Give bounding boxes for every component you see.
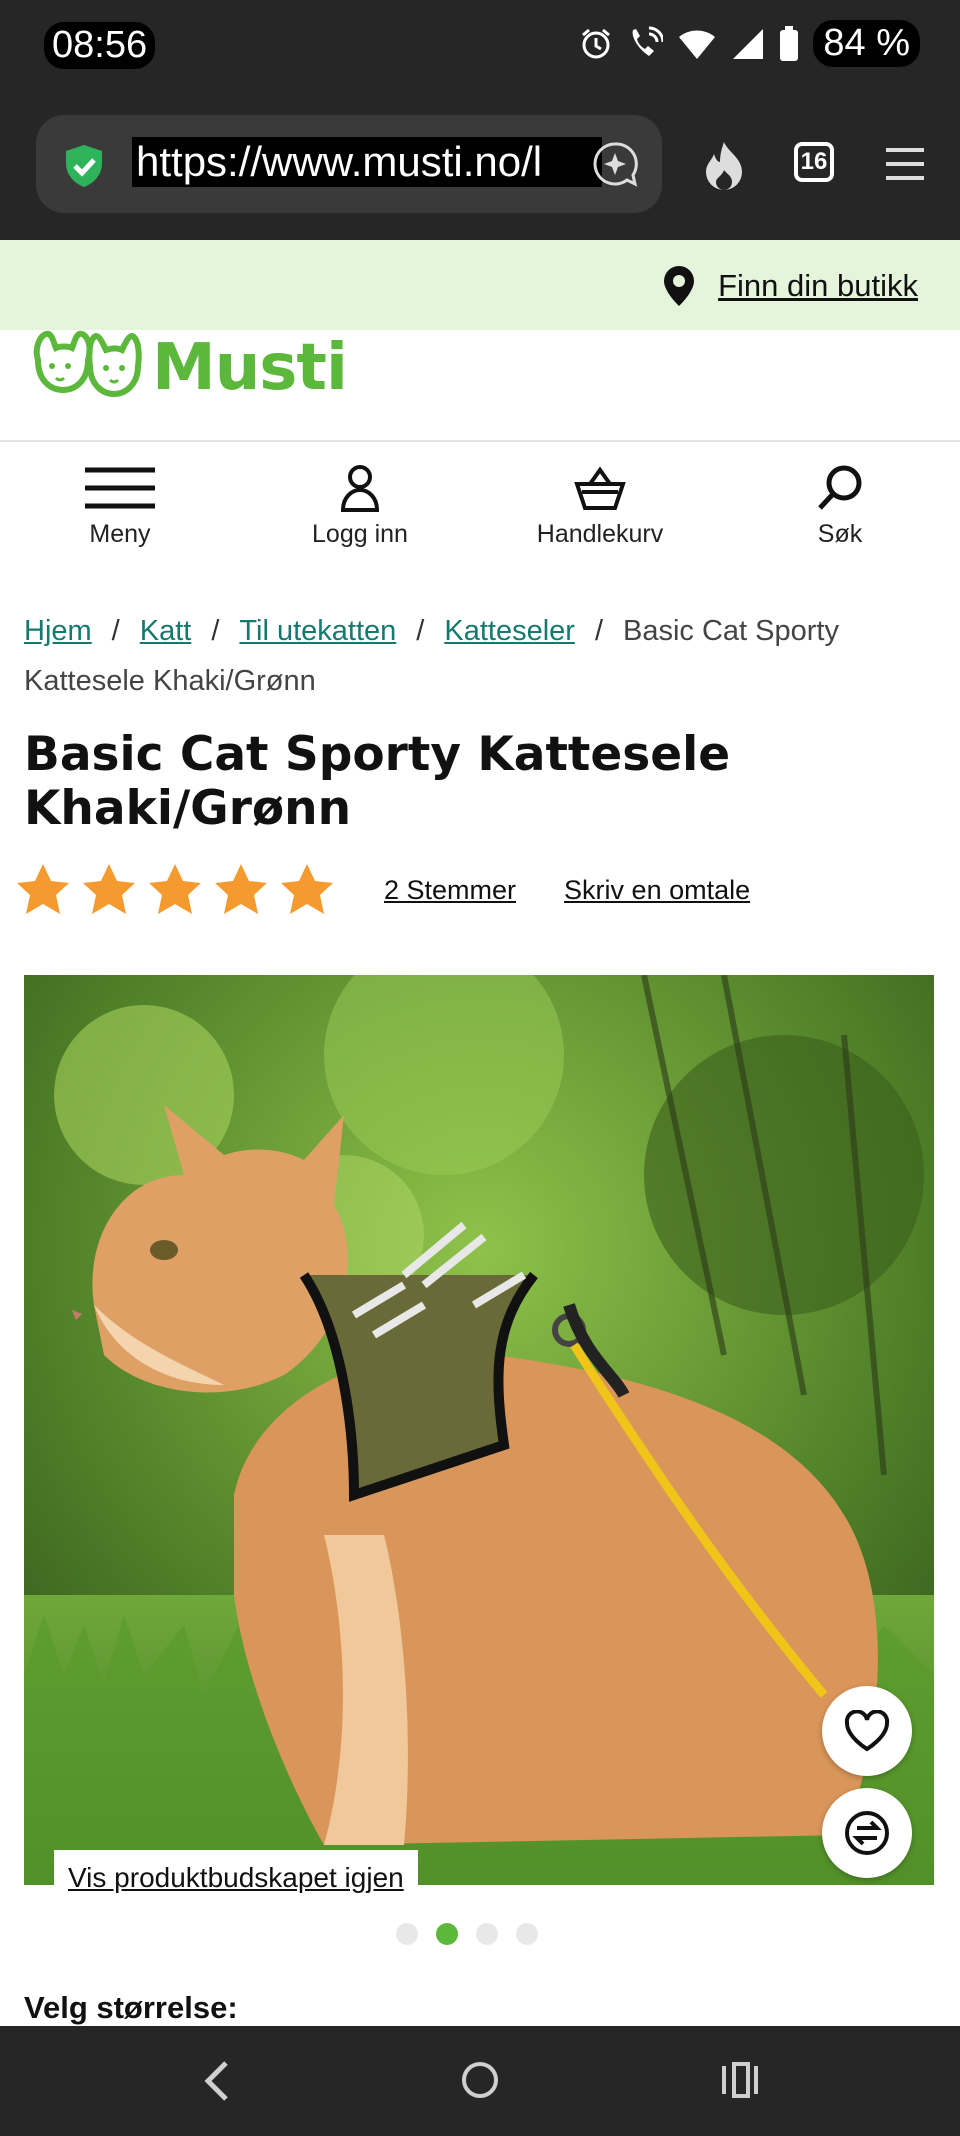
votes-link[interactable]: 2 Stemmer — [384, 875, 516, 906]
rating-row: 2 Stemmer Skriv en omtale — [14, 862, 750, 918]
nav-cart-button[interactable]: Handlekurv — [480, 444, 720, 574]
dog-cat-logo-icon — [33, 330, 142, 398]
signal-icon — [733, 28, 764, 59]
star-rating[interactable] — [14, 862, 336, 918]
product-image[interactable] — [24, 975, 934, 1885]
battery-icon — [780, 25, 799, 61]
nav-login-label: Logg inn — [312, 520, 408, 548]
browser-menu-icon[interactable] — [884, 146, 926, 182]
system-nav-bar — [0, 2026, 960, 2136]
status-bar: 08:56 84 % — [0, 0, 960, 100]
compare-arrows-icon — [845, 1811, 889, 1855]
status-icons: 84 % — [579, 20, 920, 67]
breadcrumb-cat[interactable]: Katt — [140, 615, 192, 647]
status-time: 08:56 — [44, 22, 156, 69]
write-review-link[interactable]: Skriv en omtale — [564, 875, 750, 906]
logo-text: Musti — [152, 331, 348, 405]
cat-harness-photo — [24, 975, 934, 1885]
battery-percent: 84 % — [813, 20, 920, 67]
carousel-dot[interactable] — [436, 1923, 458, 1945]
nav-search-button[interactable]: Søk — [720, 444, 960, 574]
carousel-dots[interactable] — [396, 1923, 538, 1945]
home-icon[interactable] — [460, 2060, 500, 2100]
site-header: Musti — [0, 330, 960, 442]
browser-toolbar: https://www.musti.no/l 16 — [0, 100, 960, 240]
wifi-icon — [679, 29, 716, 59]
find-store-label: Finn din butikk — [718, 268, 918, 303]
star-icon — [149, 864, 201, 914]
store-locator-bar: Finn din butikk — [0, 240, 960, 330]
tabs-count-button[interactable]: 16 — [794, 142, 834, 182]
recents-icon[interactable] — [720, 2060, 760, 2100]
assistant-icon[interactable] — [592, 141, 638, 187]
address-bar[interactable]: https://www.musti.no/l — [36, 115, 662, 213]
star-icon — [83, 864, 135, 914]
nav-search-label: Søk — [817, 520, 863, 548]
breadcrumb-separator: / — [416, 615, 425, 647]
musti-logo[interactable]: Musti — [32, 330, 348, 406]
nav-menu-label: Meny — [89, 520, 151, 548]
nav-login-button[interactable]: Logg inn — [240, 444, 480, 574]
show-product-message-link[interactable]: Vis produktbudskapet igjen — [54, 1850, 418, 1906]
breadcrumb-separator: / — [111, 615, 120, 647]
shield-check-icon — [66, 145, 102, 187]
carousel-dot[interactable] — [396, 1923, 418, 1945]
breadcrumb-outdoor[interactable]: Til utekatten — [239, 615, 396, 647]
main-nav: Meny Logg inn Handlekurv Søk — [0, 444, 960, 574]
breadcrumb-harnesses[interactable]: Katteseler — [444, 615, 575, 647]
heart-icon — [844, 1710, 890, 1752]
star-icon — [281, 864, 333, 914]
product-title: Basic Cat Sporty Kattesele Khaki/Grønn — [24, 727, 731, 836]
breadcrumb-separator: / — [211, 615, 220, 647]
breadcrumb-home[interactable]: Hjem — [24, 615, 92, 647]
nav-cart-label: Handlekurv — [536, 520, 664, 548]
search-icon — [818, 465, 862, 510]
location-pin-icon — [664, 266, 695, 306]
size-selector-label: Velg størrelse: — [24, 1990, 238, 2025]
breadcrumb: Hjem / Katt / Til utekatten / Katteseler / Basic… — [24, 606, 944, 706]
user-icon — [340, 465, 380, 512]
basket-icon — [574, 466, 626, 510]
url-text[interactable]: https://www.musti.no/l — [132, 137, 602, 187]
compare-button[interactable] — [822, 1788, 912, 1878]
breadcrumb-separator: / — [594, 615, 603, 647]
favorite-button[interactable] — [822, 1686, 912, 1776]
nav-menu-button[interactable]: Meny — [0, 444, 240, 574]
wifi-call-icon — [632, 26, 664, 56]
carousel-dot[interactable] — [476, 1923, 498, 1945]
find-store-link[interactable]: Finn din butikk — [662, 264, 918, 308]
star-icon — [215, 864, 267, 914]
alarm-icon — [582, 28, 611, 58]
flame-icon[interactable] — [702, 140, 746, 190]
carousel-dot[interactable] — [516, 1923, 538, 1945]
star-icon — [17, 864, 69, 914]
hamburger-icon — [85, 467, 155, 509]
back-icon[interactable] — [204, 2060, 230, 2102]
